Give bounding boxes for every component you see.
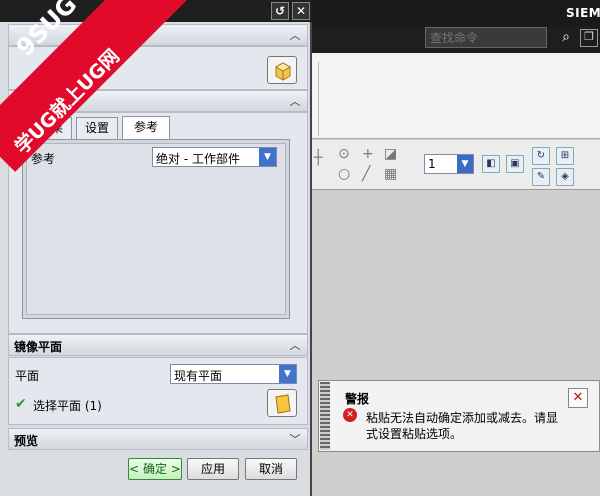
tab-reference[interactable]: 参考 bbox=[122, 116, 170, 140]
reference-label: 参考 bbox=[31, 152, 56, 166]
section-header-mirror-plane[interactable]: 镜像平面 ︿ bbox=[8, 334, 308, 356]
error-icon: ✕ bbox=[343, 408, 357, 422]
select-plane-label[interactable]: 选择平面 (1) bbox=[33, 397, 102, 414]
alert-drag-handle[interactable] bbox=[320, 382, 330, 450]
layer-number-value: 1 bbox=[428, 157, 436, 171]
circle-point-icon[interactable]: ○ bbox=[338, 166, 350, 182]
brand-label: SIEM bbox=[566, 6, 600, 20]
ok-button[interactable]: < 确定 > bbox=[128, 458, 182, 480]
chevron-up-icon[interactable]: ︿ bbox=[287, 337, 303, 353]
plane-select[interactable]: 现有平面 ▼ bbox=[170, 364, 297, 384]
line-point-icon[interactable]: ╱ bbox=[362, 166, 370, 182]
select-object-button[interactable] bbox=[267, 56, 297, 84]
tab-panel-inner bbox=[26, 143, 286, 315]
mirror-plane-header: 镜像平面 bbox=[14, 340, 63, 354]
plane-icon bbox=[275, 394, 291, 414]
view-fit-icon[interactable]: ◧ bbox=[482, 155, 500, 173]
reference-value: 绝对 - 工作部件 bbox=[156, 152, 240, 166]
command-search-input[interactable] bbox=[425, 27, 547, 48]
ribbon-divider bbox=[318, 62, 319, 136]
grid-point-icon[interactable]: ▦ bbox=[384, 166, 397, 182]
reset-icon[interactable]: ↺ bbox=[271, 2, 289, 20]
restore-window-icon[interactable]: ❐ bbox=[580, 29, 598, 47]
select-plane-button[interactable] bbox=[267, 389, 297, 417]
alert-title: 警报 bbox=[345, 392, 370, 406]
chevron-up-icon[interactable]: ︿ bbox=[287, 27, 303, 43]
chevron-down-icon[interactable]: ▼ bbox=[279, 365, 296, 383]
face-point-icon[interactable]: ◪ bbox=[384, 146, 397, 162]
view-image-icon[interactable]: ▣ bbox=[506, 155, 524, 173]
select-brush-icon[interactable]: ✎ bbox=[532, 168, 550, 186]
render-style-icon[interactable]: ⊞ bbox=[556, 147, 574, 165]
cross-point-icon[interactable]: + bbox=[362, 146, 374, 162]
snap-point-icon[interactable]: ┼ bbox=[314, 150, 322, 166]
layer-number-select[interactable]: 1 ▼ bbox=[424, 154, 474, 174]
cancel-button[interactable]: 取消 bbox=[245, 458, 297, 480]
ribbon-panel bbox=[312, 53, 600, 139]
chevron-down-icon[interactable]: ▼ bbox=[457, 155, 473, 173]
center-point-icon[interactable]: ⊙ bbox=[338, 146, 350, 162]
alert-message: 粘贴无法自动确定添加或减去。请显式设置粘贴选项。 bbox=[366, 411, 559, 441]
cube-icon bbox=[274, 62, 292, 81]
preview-header: 预览 bbox=[14, 434, 39, 448]
reference-select[interactable]: 绝对 - 工作部件 ▼ bbox=[152, 147, 277, 167]
search-icon[interactable]: ⌕ bbox=[557, 29, 575, 47]
plane-label: 平面 bbox=[15, 369, 40, 383]
tab-settings[interactable]: 设置 bbox=[76, 117, 118, 139]
section-header-preview[interactable]: 预览 ﹀ bbox=[8, 428, 308, 450]
chevron-down-icon[interactable]: ▼ bbox=[259, 148, 276, 166]
close-icon[interactable]: ✕ bbox=[568, 388, 588, 408]
chevron-up-icon[interactable]: ︿ bbox=[287, 93, 303, 109]
close-icon[interactable]: ✕ bbox=[292, 2, 310, 20]
apply-button[interactable]: 应用 bbox=[187, 458, 239, 480]
plane-value: 现有平面 bbox=[174, 369, 223, 383]
chevron-down-icon[interactable]: ﹀ bbox=[287, 431, 303, 447]
rotate-icon[interactable]: ↻ bbox=[532, 147, 550, 165]
orient-view-icon[interactable]: ◈ bbox=[556, 168, 574, 186]
checkmark-icon: ✔ bbox=[15, 396, 27, 412]
